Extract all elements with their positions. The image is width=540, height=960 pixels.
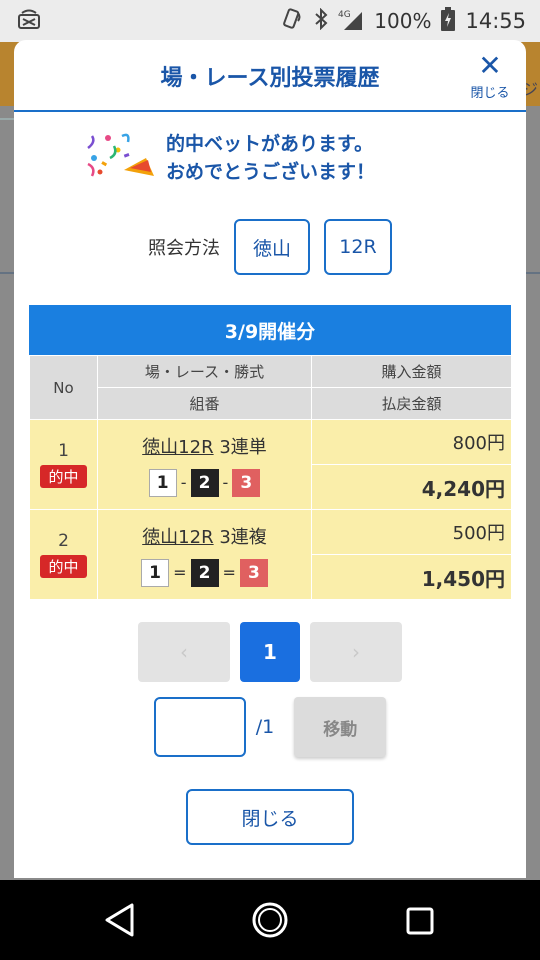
page-jump: /1 移動 (14, 697, 526, 757)
next-page-button[interactable]: › (310, 622, 402, 682)
hit-message-line2: おめでとうございます！ (166, 161, 376, 183)
signal-icon: 4G (338, 8, 364, 35)
race-link[interactable]: 徳山12R (142, 437, 213, 458)
venue-selector-button[interactable]: 徳山 (234, 219, 310, 275)
table-row: 1 的中 徳山12R 3連単 1 - 2 - 3 800円 (29, 419, 512, 510)
hit-badge: 的中 (40, 555, 87, 578)
battery-percent: 100% (374, 9, 432, 33)
page-number-input[interactable] (153, 697, 246, 757)
row-number-cell: 2 的中 (29, 509, 98, 600)
combination: 1 = 2 = 3 (98, 558, 311, 587)
background-panel-edge (0, 118, 14, 278)
boat-number-3: 3 (232, 468, 261, 497)
bet-type: 3連単 (219, 436, 267, 458)
header-payout: 払戻金額 (311, 387, 512, 420)
bet-history-dialog: 場・レース別投票履歴 ✕ 閉じる 的中ベットがあります。 おめでとうございます！… (14, 40, 526, 878)
bet-history-table: No 場・レース・勝式 購入金額 組番 払戻金額 1 的中 徳山12R 3連単 … (29, 355, 512, 600)
row-number-cell: 1 的中 (29, 419, 98, 510)
clock: 14:55 (465, 9, 526, 33)
race-selector-button[interactable]: 12R (324, 219, 392, 275)
boat-number-1: 1 (141, 558, 170, 587)
table-row: 2 的中 徳山12R 3連複 1 = 2 = 3 500円 (29, 509, 512, 600)
move-button[interactable]: 移動 (294, 697, 387, 757)
combo-separator: = (222, 563, 236, 582)
purchase-amount: 500円 (311, 509, 512, 555)
current-page-button[interactable]: 1 (240, 622, 300, 682)
close-icon-label: 閉じる (470, 86, 510, 101)
combo-separator: = (173, 563, 187, 582)
dialog-title: 場・レース別投票履歴 (160, 66, 380, 91)
cast-notification-icon (18, 9, 40, 33)
header-combination: 組番 (97, 387, 312, 420)
header-purchase: 購入金額 (311, 355, 512, 388)
purchase-amount: 800円 (311, 419, 512, 465)
race-link[interactable]: 徳山12R (142, 527, 213, 548)
back-icon[interactable] (104, 902, 136, 938)
bluetooth-icon (314, 7, 328, 35)
header-no: No (29, 355, 98, 420)
header-race-type: 場・レース・勝式 (97, 355, 312, 388)
query-label: 照会方法 (148, 238, 220, 259)
payout-amount: 4,240円 (311, 464, 512, 510)
boat-number-3: 3 (239, 558, 268, 587)
dialog-header: 場・レース別投票履歴 ✕ 閉じる (14, 40, 526, 112)
party-popper-icon (87, 133, 154, 177)
race-cell: 徳山12R 3連単 1 - 2 - 3 (97, 419, 312, 510)
boat-number-1: 1 (148, 468, 177, 497)
boat-number-2: 2 (190, 468, 219, 497)
combo-separator: - (180, 473, 187, 492)
navigation-bar (0, 880, 540, 960)
boat-number-2: 2 (190, 558, 219, 587)
combo-separator: - (222, 473, 229, 492)
bet-type: 3連複 (219, 526, 267, 548)
payout-amount: 1,450円 (311, 554, 512, 600)
race-cell: 徳山12R 3連複 1 = 2 = 3 (97, 509, 312, 600)
home-icon[interactable] (250, 900, 290, 940)
total-pages: /1 (255, 716, 275, 738)
close-button[interactable]: 閉じる (186, 789, 354, 845)
hit-badge: 的中 (40, 465, 87, 488)
row-number: 1 (58, 441, 69, 461)
network-type: 4G (338, 10, 351, 20)
status-bar: 4G 100% 14:55 (0, 0, 540, 42)
row-number: 2 (58, 531, 69, 551)
close-dialog-button[interactable]: ✕ 閉じる (468, 49, 512, 102)
recent-apps-icon[interactable] (406, 907, 434, 935)
close-icon: ✕ (478, 49, 502, 82)
vibrate-icon (280, 7, 304, 36)
query-method: 照会方法 徳山 12R (14, 218, 526, 276)
hit-message-line1: 的中ベットがあります。 (166, 133, 374, 155)
battery-charging-icon (441, 6, 456, 36)
date-header: 3/9開催分 (29, 305, 511, 355)
hit-message: 的中ベットがあります。 おめでとうございます！ (84, 128, 464, 188)
prev-page-button[interactable]: ‹ (138, 622, 230, 682)
pagination: ‹ 1 › (14, 622, 526, 682)
combination: 1 - 2 - 3 (98, 468, 311, 497)
